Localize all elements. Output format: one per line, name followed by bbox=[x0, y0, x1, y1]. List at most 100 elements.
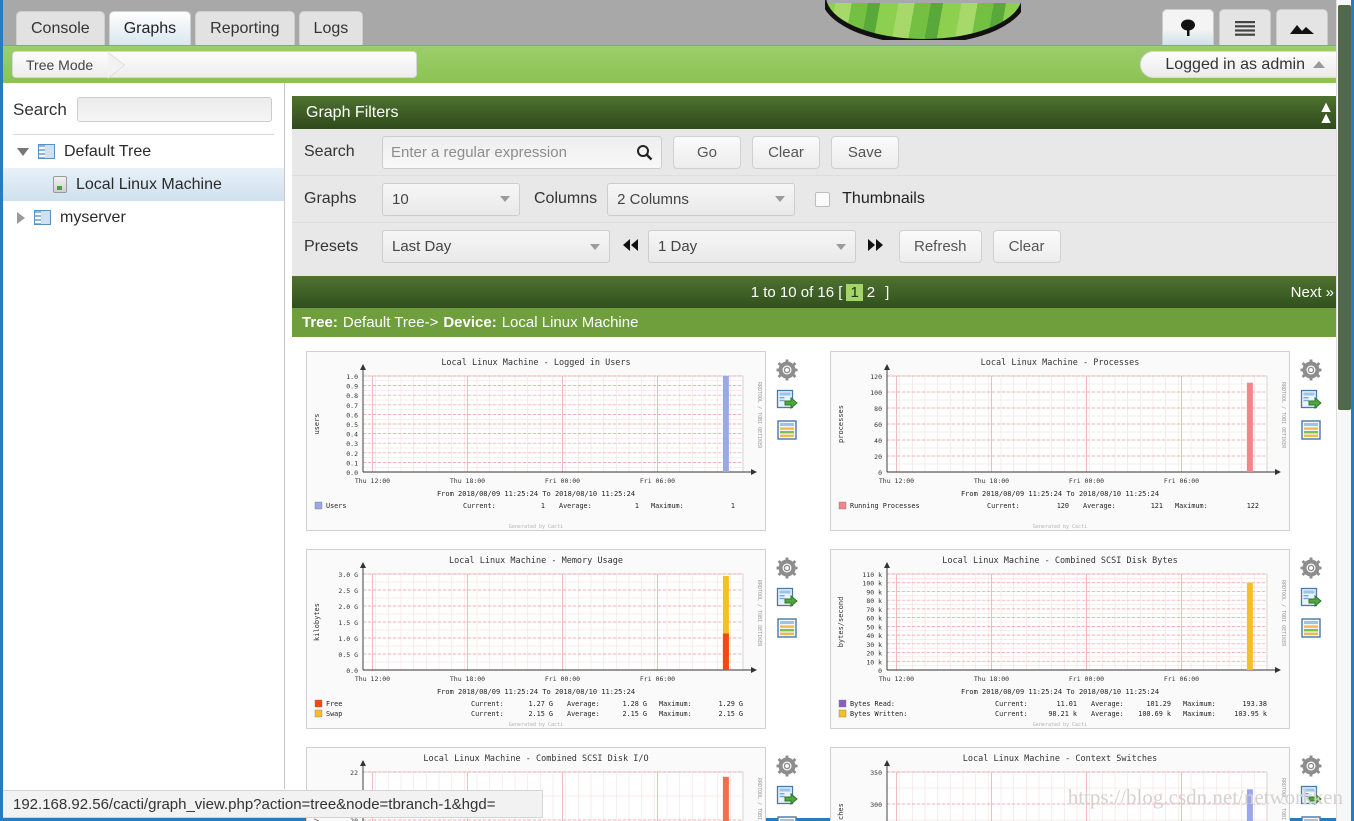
next-range-button[interactable] bbox=[866, 238, 884, 255]
svg-text:60: 60 bbox=[874, 421, 882, 429]
tree-mode-chip[interactable]: Tree Mode bbox=[12, 51, 417, 79]
preview-view-button[interactable] bbox=[1276, 9, 1328, 45]
chevron-double-up-icon[interactable]: ▲ ▲ bbox=[1318, 99, 1334, 126]
clear-button-label: Clear bbox=[768, 143, 804, 161]
gear-icon[interactable] bbox=[1300, 359, 1322, 381]
csv-export-icon[interactable] bbox=[776, 587, 798, 609]
csv-export-icon[interactable] bbox=[776, 389, 798, 411]
tab-graphs[interactable]: Graphs bbox=[108, 11, 192, 45]
tab-reporting[interactable]: Reporting bbox=[195, 11, 295, 45]
filter-search-input[interactable]: Enter a regular expression bbox=[382, 135, 662, 169]
presets-value: Last Day bbox=[392, 238, 452, 255]
svg-text:1.29 G: 1.29 G bbox=[718, 700, 743, 708]
go-button[interactable]: Go bbox=[673, 135, 741, 169]
main-content: Graph Filters ▲ ▲ Search Enter a regular … bbox=[292, 96, 1348, 821]
svg-text:1.27 G: 1.27 G bbox=[528, 700, 553, 708]
list-icon bbox=[1235, 20, 1255, 36]
svg-text:Maximum:: Maximum: bbox=[1183, 710, 1216, 718]
tab-console[interactable]: Console bbox=[16, 11, 105, 45]
chevron-down-icon bbox=[836, 243, 846, 250]
svg-text:Average:: Average: bbox=[567, 700, 600, 708]
graph-image[interactable]: 3.0 G 2.5 G 2.0 G 1.5 G 1.0 G 0.5 G 0.0 Thu 12:… bbox=[306, 549, 766, 729]
tab-logs[interactable]: Logs bbox=[298, 11, 364, 45]
clear-range-button[interactable]: Clear bbox=[992, 230, 1061, 263]
graph-cell: 3.0 G 2.5 G 2.0 G 1.5 G 1.0 G 0.5 G 0.0 Thu 12:… bbox=[296, 543, 820, 741]
sidebar: Search Default Tree Local Linux Machine … bbox=[3, 83, 285, 789]
properties-icon[interactable] bbox=[776, 617, 798, 639]
graph-image[interactable]: 120 100 80 60 40 20 0 Thu 12:00 Thu 18:00 Fri 00:… bbox=[830, 351, 1290, 531]
save-button[interactable]: Save bbox=[831, 135, 899, 169]
properties-icon[interactable] bbox=[1300, 815, 1322, 821]
csv-export-icon[interactable] bbox=[776, 785, 798, 807]
graph-image[interactable]: 110 k 100 k 90 k 80 k 70 k 60 k 50 k 40 k 30 k 20… bbox=[830, 549, 1290, 729]
properties-icon[interactable] bbox=[776, 815, 798, 821]
search-icon[interactable] bbox=[636, 144, 653, 161]
svg-text:Bytes Read:: Bytes Read: bbox=[850, 700, 895, 708]
svg-text:120: 120 bbox=[1057, 502, 1069, 510]
page-2-button[interactable]: 2 bbox=[863, 284, 879, 301]
mountains-icon bbox=[1290, 24, 1314, 34]
graph-actions bbox=[766, 747, 798, 821]
sidebar-item-default-tree[interactable]: Default Tree bbox=[3, 135, 284, 168]
svg-text:RRDTOOL / TOBI OETIKER: RRDTOOL / TOBI OETIKER bbox=[756, 382, 762, 449]
svg-text:Fri 00:00: Fri 00:00 bbox=[1069, 477, 1104, 485]
svg-text:Swap: Swap bbox=[326, 710, 342, 718]
next-page-button[interactable]: Next » bbox=[1291, 284, 1334, 301]
chevron-down-icon[interactable] bbox=[17, 147, 29, 156]
page-scrollbar[interactable] bbox=[1336, 0, 1351, 821]
graphs-count-select[interactable]: 10 bbox=[382, 182, 520, 216]
breadcrumb-device-value[interactable]: Local Linux Machine bbox=[502, 314, 639, 331]
svg-text:0.9: 0.9 bbox=[346, 383, 358, 391]
scrollbar-thumb[interactable] bbox=[1338, 5, 1351, 410]
range-select[interactable]: 1 Day bbox=[648, 230, 856, 263]
svg-text:350: 350 bbox=[870, 769, 882, 777]
filter-row-graphs: Graphs 10 Columns 2 Columns Thumbnails bbox=[292, 176, 1348, 223]
svg-text:0.6: 0.6 bbox=[346, 411, 358, 419]
refresh-button[interactable]: Refresh bbox=[899, 230, 982, 263]
svg-text:1.0: 1.0 bbox=[346, 373, 358, 381]
tree-mode-label: Tree Mode bbox=[26, 56, 94, 73]
graph-actions bbox=[766, 351, 798, 441]
search-input[interactable] bbox=[76, 97, 272, 122]
breadcrumb-tree-value[interactable]: Default Tree-> bbox=[343, 314, 438, 331]
svg-text:20: 20 bbox=[874, 453, 882, 461]
svg-text:bytes/second: bytes/second bbox=[837, 597, 845, 648]
refresh-button-label: Refresh bbox=[914, 238, 967, 255]
chevron-down-icon bbox=[775, 196, 786, 202]
csv-export-icon[interactable] bbox=[1300, 587, 1322, 609]
svg-text:0.0: 0.0 bbox=[346, 667, 358, 675]
svg-text:Fri 00:00: Fri 00:00 bbox=[545, 477, 580, 485]
properties-icon[interactable] bbox=[776, 419, 798, 441]
properties-icon[interactable] bbox=[1300, 419, 1322, 441]
svg-text:Fri 06:00: Fri 06:00 bbox=[640, 477, 675, 485]
gear-icon[interactable] bbox=[1300, 557, 1322, 579]
properties-icon[interactable] bbox=[1300, 617, 1322, 639]
tree-icon bbox=[34, 210, 51, 225]
graph-image[interactable]: 1.0 0.9 0.8 0.7 0.6 0.5 0.4 0.3 0.2 0.1 0.0 Thu 12:… bbox=[306, 351, 766, 531]
list-view-button[interactable] bbox=[1219, 9, 1271, 45]
tree-view-button[interactable] bbox=[1162, 9, 1214, 45]
svg-text:Thu 18:00: Thu 18:00 bbox=[974, 477, 1009, 485]
sidebar-item-myserver[interactable]: myserver bbox=[3, 201, 284, 234]
gear-icon[interactable] bbox=[776, 557, 798, 579]
presets-label: Presets bbox=[304, 237, 359, 255]
presets-select[interactable]: Last Day bbox=[382, 230, 610, 263]
chevron-right-icon[interactable] bbox=[17, 211, 25, 224]
svg-text:Local Linux Machine - Combined: Local Linux Machine - Combined SCSI Disk… bbox=[942, 556, 1177, 566]
pagination-summary: 1 to 10 of 16 [ bbox=[750, 283, 843, 301]
prev-range-button[interactable] bbox=[622, 238, 640, 255]
gear-icon[interactable] bbox=[1300, 755, 1322, 777]
page-1-button[interactable]: 1 bbox=[846, 283, 863, 301]
logged-in-chip[interactable]: Logged in as admin bbox=[1140, 51, 1340, 78]
graph-svg: 110 k100 k90 k80 k70 k60 k50 k40 k30 k20… bbox=[837, 556, 1286, 728]
svg-text:3.0 G: 3.0 G bbox=[338, 571, 358, 579]
svg-text:Generated by Cacti: Generated by Cacti bbox=[509, 722, 563, 728]
csv-export-icon[interactable] bbox=[1300, 389, 1322, 411]
clear-button[interactable]: Clear bbox=[752, 135, 820, 169]
gear-icon[interactable] bbox=[776, 359, 798, 381]
svg-text:120: 120 bbox=[870, 373, 882, 381]
gear-icon[interactable] bbox=[776, 755, 798, 777]
thumbnails-checkbox[interactable] bbox=[815, 191, 831, 207]
columns-select[interactable]: 2 Columns bbox=[607, 182, 796, 216]
sidebar-item-local-linux-machine[interactable]: Local Linux Machine bbox=[3, 168, 284, 201]
